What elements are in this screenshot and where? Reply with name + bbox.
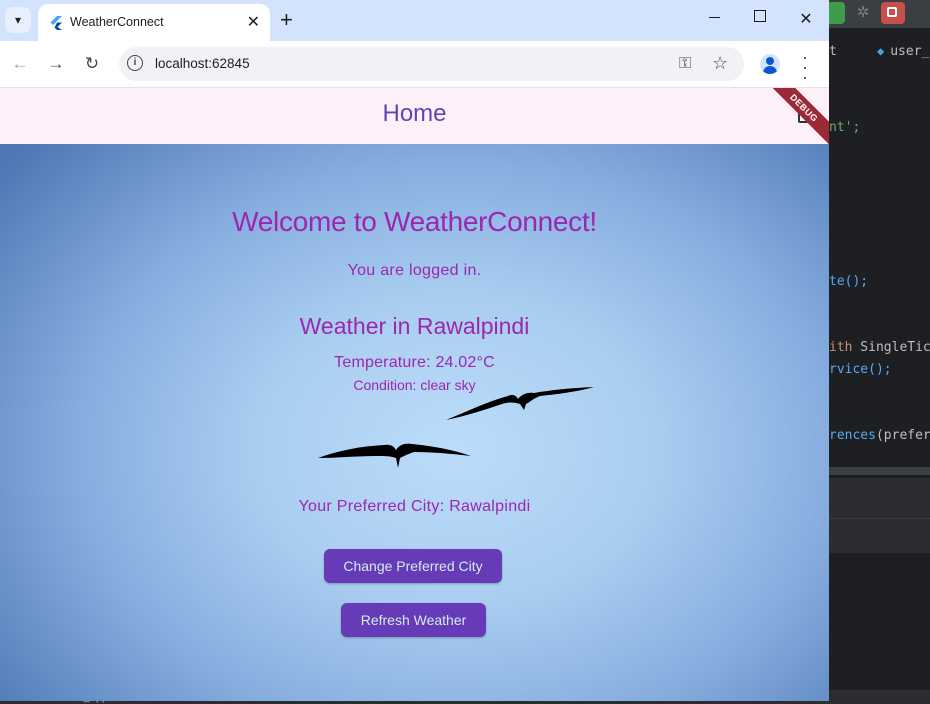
back-arrow-icon[interactable]: ← (9, 53, 31, 75)
forward-arrow-icon[interactable]: → (45, 53, 67, 75)
bookmark-star-icon[interactable]: ☆ (712, 53, 728, 74)
code-editor[interactable]: nt'; te(); ith SingleTic rvice(); rences… (829, 0, 930, 443)
sky-background: Welcome to WeatherConnect! You are logge… (0, 144, 829, 701)
tab-close-icon[interactable]: ✕ (247, 12, 260, 32)
code-line: rvice(); (829, 362, 892, 377)
more-menu-icon[interactable]: · · · (798, 48, 812, 86)
code-line: nt'; (829, 120, 861, 135)
app-bar: Home DEBUG (0, 88, 829, 146)
weather-heading: Weather in Rawalpindi (299, 313, 530, 339)
ide-splitter[interactable] (829, 467, 930, 475)
address-bar[interactable]: i localhost:62845 ⚿ ☆ (119, 47, 744, 81)
app-viewport: Home DEBUG Welcome to WeatherConnect! Yo… (0, 88, 829, 701)
flutter-favicon-icon (50, 16, 62, 30)
tab-title: WeatherConnect (70, 15, 164, 29)
code-line: te(); (829, 274, 869, 289)
key-icon[interactable]: ⚿ (679, 55, 691, 73)
temperature-text: Temperature: 24.02°C (334, 354, 495, 371)
url-text[interactable]: localhost:62845 (155, 56, 250, 71)
preferred-city-text: Your Preferred City: Rawalpindi (298, 498, 531, 515)
welcome-heading: Welcome to WeatherConnect! (232, 206, 597, 237)
minimize-icon[interactable] (704, 9, 724, 27)
ide-panel-toolbar (829, 519, 930, 553)
browser-window: ▾ WeatherConnect ✕ + ✕ ← → ↻ i localhost… (0, 0, 829, 701)
site-info-icon[interactable]: i (127, 55, 143, 71)
reload-icon[interactable]: ↻ (81, 53, 103, 75)
new-tab-icon[interactable]: + (280, 9, 293, 31)
change-preferred-city-button[interactable]: Change Preferred City (324, 549, 502, 583)
close-window-icon[interactable]: ✕ (796, 9, 816, 29)
code-text: (prefer (875, 428, 930, 443)
condition-text: Condition: clear sky (353, 377, 476, 393)
ide-window: ✲ t ◆ user_ nt'; te(); ith SingleTic rvic… (829, 0, 930, 704)
browser-toolbar: ← → ↻ i localhost:62845 ⚿ ☆ · · · (0, 41, 829, 88)
refresh-weather-button[interactable]: Refresh Weather (341, 603, 486, 637)
page-title: Home (382, 100, 447, 127)
code-line: rences(prefer (829, 428, 930, 443)
login-status-text: You are logged in. (347, 262, 482, 279)
ide-panel-header (829, 478, 930, 519)
browser-tab[interactable]: WeatherConnect ✕ (38, 4, 270, 41)
profile-avatar-icon[interactable] (760, 54, 780, 74)
code-keyword: ith (829, 340, 853, 355)
tab-strip: ▾ WeatherConnect ✕ + ✕ (0, 0, 829, 41)
code-function: rences (829, 428, 876, 443)
tab-search-chevron-icon[interactable]: ▾ (5, 7, 31, 33)
bird-image (318, 443, 471, 468)
code-line: ith SingleTic (829, 340, 930, 355)
maximize-icon[interactable] (750, 9, 770, 27)
code-text: SingleTic (852, 340, 930, 355)
